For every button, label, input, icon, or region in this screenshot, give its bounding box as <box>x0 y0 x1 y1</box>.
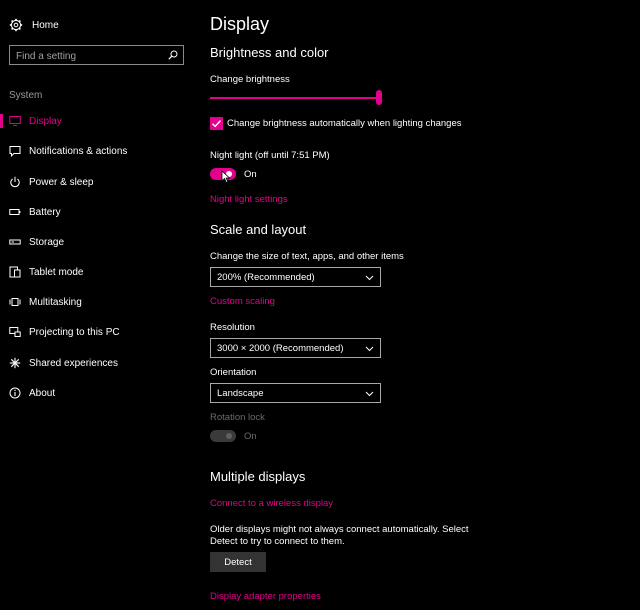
detect-button[interactable]: Detect <box>210 552 266 572</box>
checkmark-icon <box>212 120 222 128</box>
storage-icon <box>9 239 21 245</box>
sidebar-item-label: Multitasking <box>29 296 82 308</box>
resolution-dropdown[interactable]: 3000 × 2000 (Recommended) <box>210 338 381 358</box>
detect-info-line-1: Older displays might not always connect … <box>210 524 469 535</box>
sidebar-item-label: Display <box>29 115 62 127</box>
rotation-lock-label: Rotation lock <box>210 412 265 423</box>
night-light-label: Night light (off until 7:51 PM) <box>210 150 330 161</box>
chevron-down-icon <box>365 346 374 352</box>
sidebar-item-battery[interactable]: Battery <box>0 200 195 224</box>
sidebar-item-shared-experiences[interactable]: Shared experiences <box>0 351 195 375</box>
active-indicator <box>0 114 3 128</box>
info-icon <box>9 387 21 399</box>
section-label-system: System <box>9 90 43 101</box>
multitasking-icon <box>9 298 21 306</box>
main-content: Display Brightness and color Change brig… <box>210 0 635 610</box>
chevron-down-icon <box>365 391 374 397</box>
sidebar-item-label: Tablet mode <box>29 266 84 278</box>
sidebar-item-projecting[interactable]: Projecting to this PC <box>0 320 195 344</box>
wireless-display-link[interactable]: Connect to a wireless display <box>210 498 333 509</box>
sidebar-item-about[interactable]: About <box>0 381 195 405</box>
section-heading-scale: Scale and layout <box>210 222 307 237</box>
search-icon[interactable] <box>168 50 178 60</box>
page-title: Display <box>210 14 270 34</box>
sidebar-item-multitasking[interactable]: Multitasking <box>0 290 195 314</box>
orientation-dropdown-value: Landscape <box>217 387 264 399</box>
chevron-down-icon <box>365 275 374 281</box>
search-input[interactable] <box>10 47 166 66</box>
mouse-cursor-icon <box>221 170 231 184</box>
section-heading-multiple-displays: Multiple displays <box>210 469 306 484</box>
gear-icon <box>9 18 23 32</box>
toggle-knob <box>226 433 232 439</box>
resolution-label: Resolution <box>210 322 255 333</box>
custom-scaling-link[interactable]: Custom scaling <box>210 296 275 307</box>
size-label: Change the size of text, apps, and other… <box>210 251 404 262</box>
sidebar-item-label: Notifications & actions <box>29 145 128 157</box>
sidebar-item-tablet-mode[interactable]: Tablet mode <box>0 260 195 284</box>
scale-dropdown-value: 200% (Recommended) <box>217 271 315 283</box>
rotation-lock-toggle <box>210 430 236 442</box>
sidebar-item-label: Projecting to this PC <box>29 326 120 338</box>
monitor-icon <box>9 116 21 126</box>
night-light-settings-link[interactable]: Night light settings <box>210 194 288 205</box>
auto-brightness-label: Change brightness automatically when lig… <box>227 118 462 129</box>
sidebar-item-label: Power & sleep <box>29 176 94 188</box>
brightness-slider-thumb[interactable] <box>376 90 382 105</box>
sidebar-item-display[interactable]: Display <box>0 109 195 133</box>
sidebar-item-label: About <box>29 387 56 399</box>
sidebar-item-power-sleep[interactable]: Power & sleep <box>0 170 195 194</box>
nav-home-label: Home <box>32 19 59 31</box>
detect-info-line-2: Detect to try to connect to them. <box>210 536 345 547</box>
brightness-label: Change brightness <box>210 74 290 85</box>
brightness-slider-track[interactable] <box>210 97 380 99</box>
search-box <box>9 45 184 66</box>
projecting-icon <box>9 327 21 337</box>
sidebar-item-label: Shared experiences <box>29 357 118 369</box>
resolution-dropdown-value: 3000 × 2000 (Recommended) <box>217 342 344 354</box>
orientation-label: Orientation <box>210 367 257 378</box>
shared-icon <box>9 357 21 369</box>
sidebar: Home System Display Notifications & acti… <box>0 0 195 610</box>
tablet-icon <box>9 266 21 278</box>
nav-home[interactable]: Home <box>9 16 59 34</box>
sidebar-item-label: Battery <box>29 206 61 218</box>
scale-dropdown[interactable]: 200% (Recommended) <box>210 267 381 287</box>
message-icon <box>9 146 21 157</box>
sidebar-item-storage[interactable]: Storage <box>0 230 195 254</box>
power-icon <box>10 176 20 188</box>
rotation-lock-state: On <box>244 431 257 442</box>
sidebar-item-label: Storage <box>29 236 65 248</box>
auto-brightness-checkbox[interactable] <box>210 117 223 130</box>
display-adapter-properties-link[interactable]: Display adapter properties <box>210 591 321 602</box>
battery-icon <box>9 209 21 215</box>
section-heading-brightness: Brightness and color <box>210 45 329 60</box>
orientation-dropdown[interactable]: Landscape <box>210 383 381 403</box>
sidebar-item-notifications[interactable]: Notifications & actions <box>0 139 195 163</box>
night-light-state: On <box>244 169 257 180</box>
